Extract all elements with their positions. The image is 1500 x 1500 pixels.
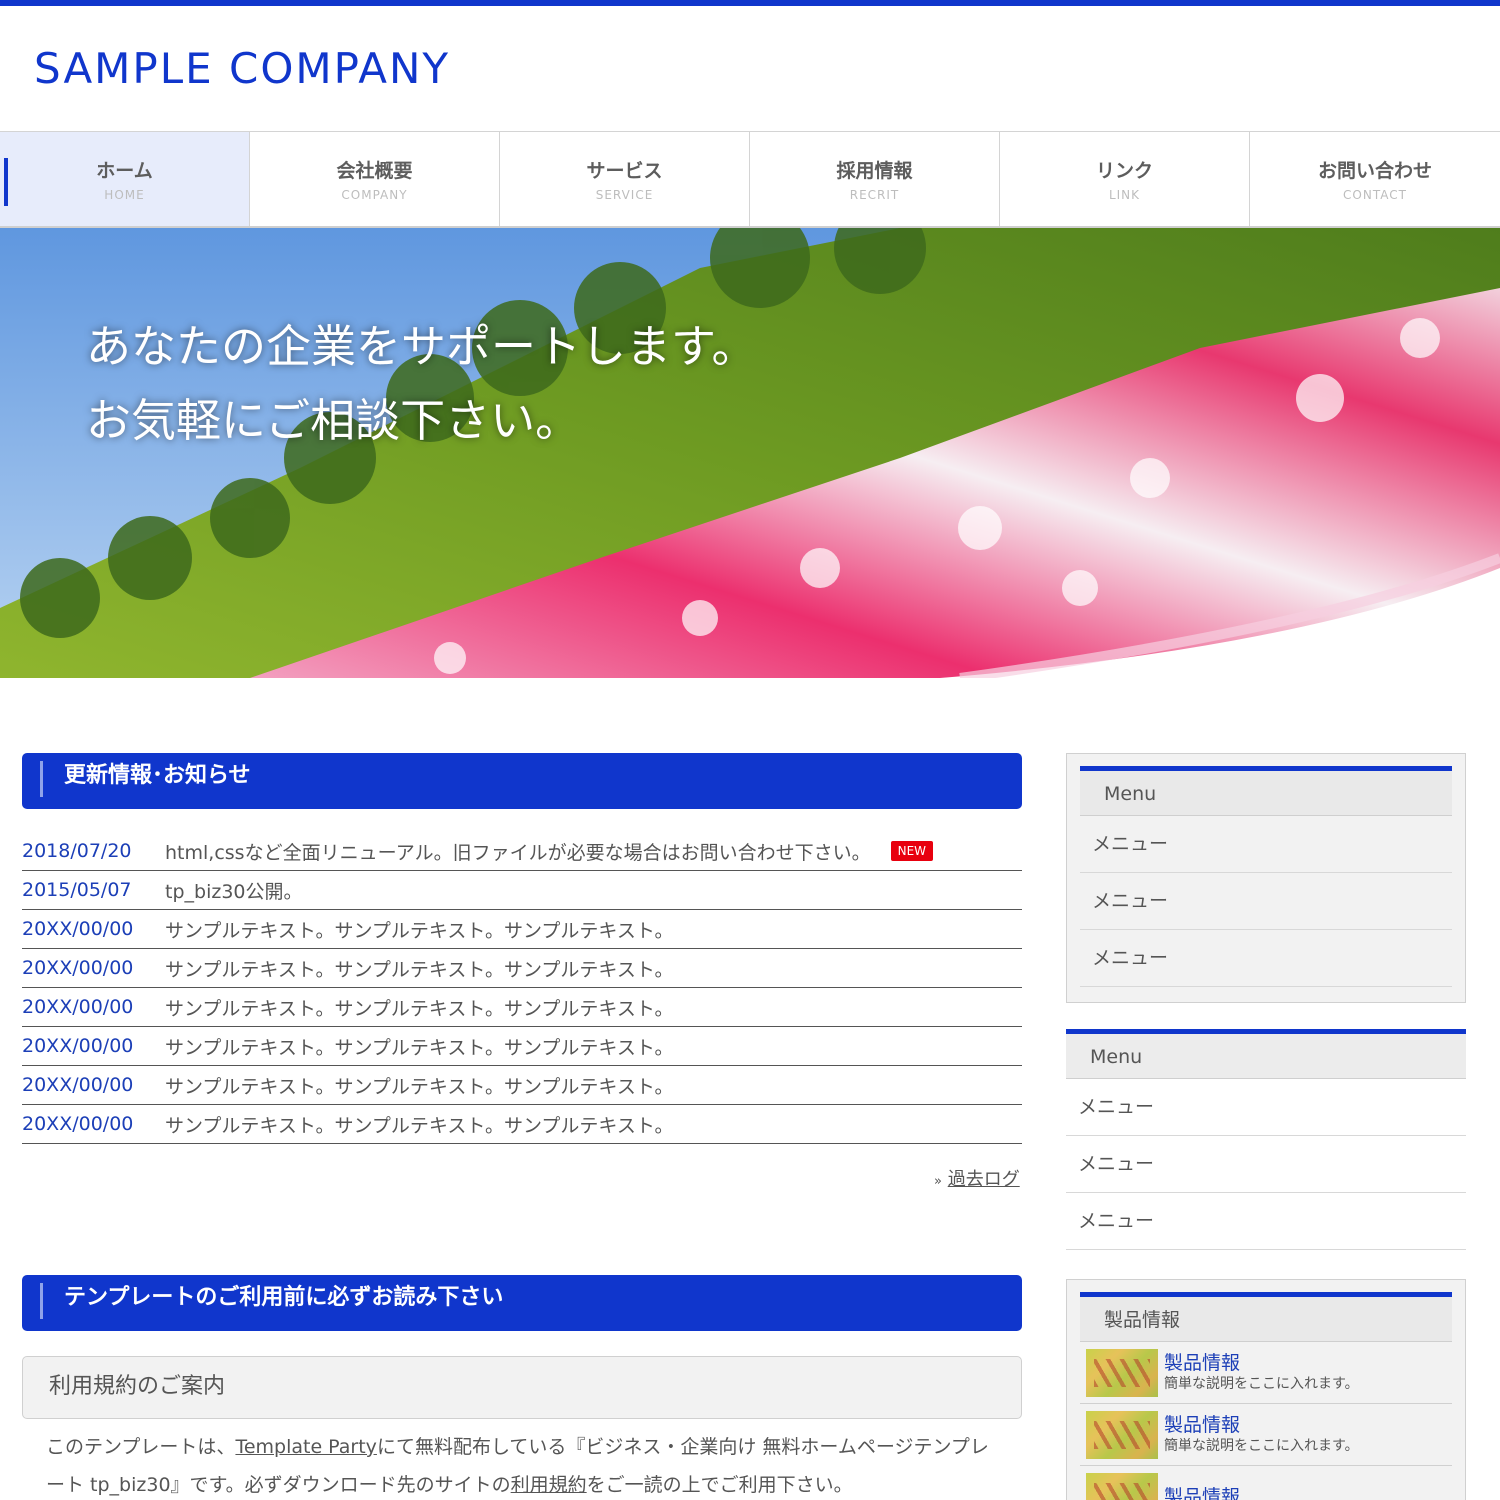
- nav-item-contact[interactable]: お問い合わせ CONTACT: [1250, 132, 1500, 226]
- site-logo[interactable]: SAMPLE COMPANY: [34, 44, 450, 93]
- nav-sublabel: LINK: [1108, 188, 1141, 202]
- news-item: 20XX/00/00 サンプルテキスト。サンプルテキスト。サンプルテキスト。: [22, 1027, 1022, 1066]
- hero-line-1: あなたの企業をサポートします。: [86, 320, 757, 373]
- nav-sublabel: SERVICE: [595, 188, 654, 202]
- global-nav: ホーム HOME 会社概要 COMPANY サービス SERVICE 採用情報 …: [0, 131, 1500, 228]
- news-date: 2015/05/07: [22, 879, 132, 901]
- news-text: tp_biz30公開。: [165, 880, 303, 903]
- product-description: 簡単な説明をここに入れます。: [1164, 1437, 1359, 1454]
- news-text: サンプルテキスト。サンプルテキスト。サンプルテキスト。: [165, 1036, 674, 1059]
- sidebar-menu-box-1: Menu メニュー メニュー メニュー: [1066, 753, 1466, 1003]
- news-list: 2018/07/20 html,cssなど全面リニューアル。旧ファイルが必要な場…: [22, 832, 1022, 1144]
- terms-text-part: このテンプレートは、: [46, 1436, 236, 1458]
- news-date: 20XX/00/00: [22, 996, 134, 1018]
- news-date: 20XX/00/00: [22, 1074, 134, 1096]
- product-name[interactable]: 製品情報: [1164, 1486, 1240, 1500]
- new-badge: NEW: [890, 841, 934, 861]
- news-item: 2018/07/20 html,cssなど全面リニューアル。旧ファイルが必要な場…: [22, 832, 1022, 871]
- nav-label: お問い合わせ: [1317, 160, 1432, 182]
- hero-catchcopy: あなたの企業をサポートします。 お気軽にご相談下さい。: [86, 310, 757, 458]
- news-text: サンプルテキスト。サンプルテキスト。サンプルテキスト。: [165, 919, 674, 942]
- hero-line-2: お気軽にご相談下さい。: [86, 394, 581, 447]
- nav-item-company[interactable]: 会社概要 COMPANY: [250, 132, 500, 226]
- product-item[interactable]: 製品情報: [1080, 1466, 1452, 1500]
- archive-link[interactable]: 過去ログ: [948, 1169, 1020, 1190]
- news-item: 2015/05/07 tp_biz30公開。: [22, 871, 1022, 910]
- news-heading: 更新情報･お知らせ: [22, 753, 1022, 809]
- news-item: 20XX/00/00 サンプルテキスト。サンプルテキスト。サンプルテキスト。: [22, 1066, 1022, 1105]
- news-item: 20XX/00/00 サンプルテキスト。サンプルテキスト。サンプルテキスト。: [22, 988, 1022, 1027]
- products-title: 製品情報: [1080, 1292, 1452, 1342]
- sidebar-menu-item[interactable]: メニュー: [1066, 1079, 1466, 1136]
- archive-link-wrap: » 過去ログ: [934, 1165, 1020, 1191]
- nav-sublabel: CONTACT: [1343, 188, 1407, 202]
- top-accent-bar: [0, 0, 1500, 6]
- nav-item-home[interactable]: ホーム HOME: [0, 132, 250, 226]
- news-date: 2018/07/20: [22, 840, 132, 862]
- news-date: 20XX/00/00: [22, 957, 134, 979]
- news-date: 20XX/00/00: [22, 1113, 134, 1135]
- terms-box-title: 利用規約のご案内: [22, 1356, 1022, 1419]
- nav-label: サービス: [586, 160, 663, 182]
- nav-label: リンク: [1095, 160, 1153, 182]
- news-text: html,cssなど全面リニューアル。旧ファイルが必要な場合はお問い合わせ下さい…: [165, 841, 871, 864]
- news-text: サンプルテキスト。サンプルテキスト。サンプルテキスト。: [165, 958, 674, 981]
- nav-item-recruit[interactable]: 採用情報 RECRIT: [750, 132, 1000, 226]
- news-date: 20XX/00/00: [22, 918, 134, 940]
- nav-sublabel: RECRIT: [849, 188, 900, 202]
- nav-label: 採用情報: [836, 160, 913, 182]
- product-name[interactable]: 製品情報: [1164, 1352, 1359, 1374]
- sidebar-menu-box-2: Menu メニュー メニュー メニュー: [1066, 1029, 1466, 1250]
- sidebar-menu-item[interactable]: メニュー: [1080, 816, 1452, 873]
- nav-label: 会社概要: [336, 160, 413, 182]
- news-date: 20XX/00/00: [22, 1035, 134, 1057]
- terms-text-part: をご一読の上でご利用下さい。: [586, 1474, 853, 1496]
- sidebar-menu-item[interactable]: メニュー: [1066, 1193, 1466, 1250]
- product-thumbnail[interactable]: [1086, 1410, 1158, 1459]
- nav-sublabel: HOME: [104, 188, 145, 202]
- nav-label: ホーム: [96, 160, 153, 182]
- nav-sublabel: COMPANY: [341, 188, 408, 202]
- news-text: サンプルテキスト。サンプルテキスト。サンプルテキスト。: [165, 997, 674, 1020]
- nav-item-service[interactable]: サービス SERVICE: [500, 132, 750, 226]
- news-text: サンプルテキスト。サンプルテキスト。サンプルテキスト。: [165, 1075, 674, 1098]
- nav-item-link[interactable]: リンク LINK: [1000, 132, 1250, 226]
- chevron-right-icon: »: [934, 1174, 942, 1189]
- template-notice-heading: テンプレートのご利用前に必ずお読み下さい: [22, 1275, 1022, 1331]
- product-thumbnail[interactable]: [1086, 1348, 1158, 1397]
- news-item: 20XX/00/00 サンプルテキスト。サンプルテキスト。サンプルテキスト。: [22, 910, 1022, 949]
- product-thumbnail[interactable]: [1086, 1472, 1158, 1500]
- hero-banner: あなたの企業をサポートします。 お気軽にご相談下さい。: [0, 228, 1500, 678]
- sidebar-menu-item[interactable]: メニュー: [1080, 873, 1452, 930]
- product-item[interactable]: 製品情報 簡単な説明をここに入れます。: [1080, 1404, 1452, 1466]
- product-description: 簡単な説明をここに入れます。: [1164, 1375, 1359, 1392]
- terms-link[interactable]: 利用規約: [511, 1474, 587, 1496]
- sidebar-menu-item[interactable]: メニュー: [1080, 930, 1452, 987]
- news-item: 20XX/00/00 サンプルテキスト。サンプルテキスト。サンプルテキスト。: [22, 1105, 1022, 1144]
- product-name[interactable]: 製品情報: [1164, 1414, 1359, 1436]
- sidebar-products-box: 製品情報 製品情報 簡単な説明をここに入れます。 製品情報 簡単な説明をここに入…: [1066, 1279, 1466, 1500]
- template-party-link[interactable]: Template Party: [235, 1436, 377, 1458]
- terms-text: このテンプレートは、Template Partyにて無料配布している『ビジネス・…: [46, 1428, 1006, 1500]
- sidebar-menu-title: Menu: [1066, 1029, 1466, 1079]
- product-item[interactable]: 製品情報 簡単な説明をここに入れます。: [1080, 1342, 1452, 1404]
- news-item: 20XX/00/00 サンプルテキスト。サンプルテキスト。サンプルテキスト。: [22, 949, 1022, 988]
- sidebar-menu-title: Menu: [1080, 766, 1452, 816]
- sidebar-menu-item[interactable]: メニュー: [1066, 1136, 1466, 1193]
- news-text: サンプルテキスト。サンプルテキスト。サンプルテキスト。: [165, 1114, 674, 1137]
